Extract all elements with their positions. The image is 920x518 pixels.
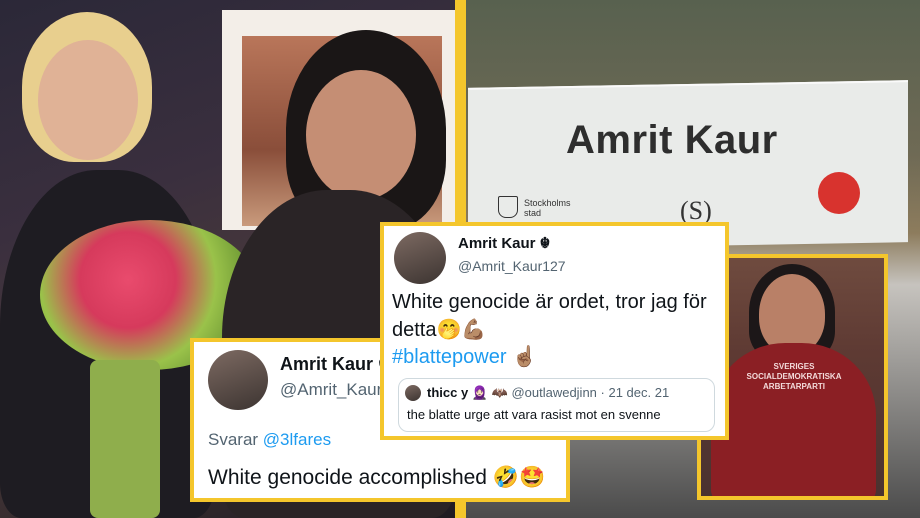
person-right-face [306, 70, 416, 200]
quoted-tweet-author[interactable]: thicc y [427, 385, 468, 400]
main-tweet-card[interactable]: Amrit Kaur ☬ @Amrit_Kaur127 White genoci… [380, 222, 729, 440]
rose-logo-icon [818, 172, 860, 214]
main-tweet-avatar[interactable] [394, 232, 446, 284]
sweater-line-1: SVERIGES [773, 362, 815, 371]
reply-tweet-author[interactable]: Amrit Kaur ☬ [280, 354, 391, 375]
quoted-tweet-date: · 21 dec. 21 [600, 385, 670, 400]
quoted-tweet-header: thicc y 🧕🏻 🦇 @outlawedjinn · 21 dec. 21 [427, 385, 669, 401]
reply-tweet-text: White genocide accomplished 🤣🤩 [208, 466, 546, 489]
sweater-line-3: ARBETARPARTI [763, 382, 825, 391]
stockholm-crest-icon [498, 196, 518, 218]
person-left-face [38, 40, 138, 160]
sweater-line-2: SOCIALDEMOKRATISKA [746, 372, 842, 381]
nameplate-name: Amrit Kaur [566, 118, 778, 162]
quoted-tweet-text: the blatte urge att vara rasist mot en s… [407, 407, 661, 422]
replying-to-link[interactable]: @3lfares [263, 430, 331, 449]
quoted-author-emoji: 🧕🏻 🦇 [471, 385, 508, 400]
quoted-tweet-avatar [405, 385, 421, 401]
sweater-text: SVERIGES SOCIALDEMOKRATISKA ARBETARPARTI [739, 362, 849, 392]
reply-tweet-handle[interactable]: @Amrit_Kaur [280, 380, 382, 400]
main-tweet-handle[interactable]: @Amrit_Kaur127 [458, 258, 566, 274]
quoted-tweet-handle[interactable]: @outlawedjinn [511, 385, 596, 400]
city-line-2: stad [524, 208, 542, 218]
reply-tweet-avatar[interactable] [208, 350, 268, 410]
pointing-up-emoji: ☝🏽 [512, 346, 537, 368]
main-tweet-text: White genocide är ordet, tror jag för de… [392, 291, 707, 341]
quoted-tweet[interactable]: thicc y 🧕🏻 🦇 @outlawedjinn · 21 dec. 21 … [398, 378, 715, 432]
city-logo-text: Stockholms stad [498, 196, 571, 218]
main-tweet-author[interactable]: Amrit Kaur ☬ [458, 234, 550, 252]
replying-to-line: Svarar @3lfares [208, 430, 331, 450]
hashtag-line: #blattepower ☝🏽 [392, 344, 537, 369]
replying-prefix: Svarar [208, 430, 263, 449]
city-line-1: Stockholms [524, 198, 571, 208]
person-face [759, 274, 825, 354]
bouquet-stems [90, 360, 160, 518]
hashtag-link[interactable]: #blattepower [392, 346, 507, 368]
